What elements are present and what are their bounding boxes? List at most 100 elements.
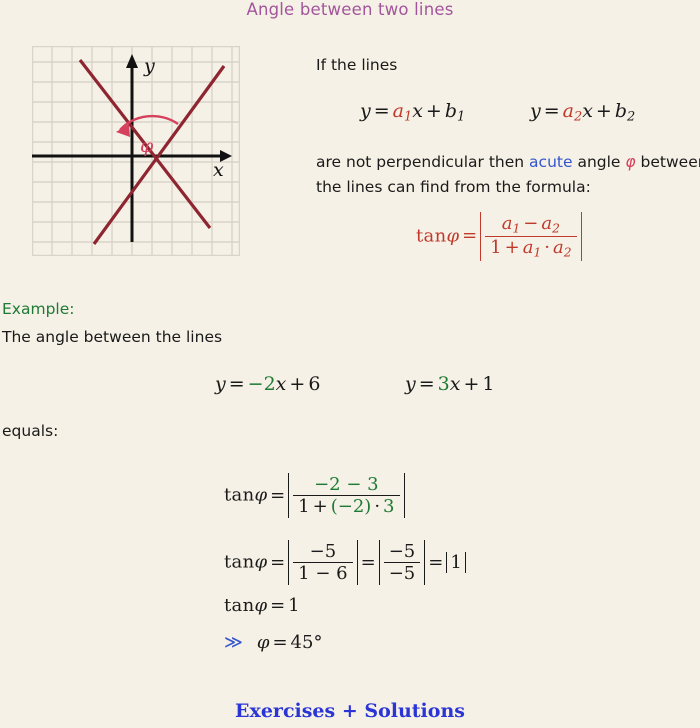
- example-equation-2: y = 3x +1: [405, 373, 494, 395]
- eq1-lhs: y: [360, 100, 371, 122]
- num-a1-sub: 1: [512, 221, 521, 236]
- num-a1: a: [501, 213, 513, 234]
- eq2-equals: =: [543, 100, 560, 122]
- den-a2: a: [552, 236, 564, 258]
- formula-phi: φ: [446, 225, 460, 247]
- intro-lead-text: If the lines: [316, 56, 398, 74]
- equals-label: equals:: [2, 422, 59, 440]
- step1-denominator: 1 + (−2) · 3: [293, 495, 400, 518]
- step2-absolute-value-3: 1: [446, 552, 466, 574]
- step2-frac2-numerator: −5: [388, 541, 416, 562]
- step2-absolute-value-1: −5 1 − 6: [288, 540, 358, 586]
- exeq1-plus: +: [289, 373, 306, 395]
- eq2-constant: b: [614, 100, 628, 122]
- den-a1-sub: 1: [533, 245, 542, 260]
- intro-body-text: are not perpendicular then acute angle φ…: [316, 150, 700, 200]
- eq2-coefficient-subscript: 2: [573, 109, 583, 125]
- step1-absolute-value: −2 − 3 1 + (−2) · 3: [288, 473, 405, 519]
- eq2-constant-subscript: 2: [627, 109, 636, 125]
- eq1-equals: =: [373, 100, 390, 122]
- num-a2: a: [541, 213, 553, 234]
- num-a2-sub: 2: [552, 221, 560, 236]
- general-equation-2: y = a2x + b2: [530, 100, 635, 125]
- den-a2-sub: 2: [563, 245, 572, 260]
- den-plus: +: [504, 236, 520, 258]
- formula-tan: tan: [416, 225, 447, 247]
- y-axis-label: y: [143, 55, 155, 77]
- step2-equals-2: =: [360, 551, 376, 573]
- step2-frac1-denominator: 1 − 6: [293, 562, 353, 584]
- step1-den-a: (−2): [330, 496, 372, 518]
- general-equation-1: y = a1x + b1: [360, 100, 465, 125]
- step3-value: 1: [288, 595, 300, 616]
- step2-equals: =: [270, 551, 286, 573]
- step1-phi: φ: [254, 484, 268, 506]
- body-phi-symbol: φ: [625, 153, 636, 171]
- step4-value: 45°: [290, 632, 323, 653]
- den-a1: a: [522, 236, 534, 258]
- eq2-coefficient: a: [562, 100, 574, 122]
- formula-numerator: a1− a2: [485, 213, 576, 236]
- formula-fraction: a1− a2 1 + a1 · a2: [485, 213, 577, 260]
- step3-phi: φ: [254, 595, 268, 616]
- exeq1-equals: =: [228, 373, 245, 395]
- eq2-plus: +: [595, 100, 612, 122]
- formula-equals: =: [462, 225, 478, 247]
- step3-equals: =: [270, 595, 286, 616]
- solution-step-1: tanφ = −2 − 3 1 + (−2) · 3: [224, 473, 405, 519]
- exeq1-intercept: 6: [308, 373, 321, 395]
- acute-highlight: acute: [529, 153, 573, 171]
- exeq2-equals: =: [418, 373, 435, 395]
- double-chevron-icon: ≫: [224, 632, 243, 653]
- main-tangent-formula: tanφ = a1− a2 1 + a1 · a2: [416, 212, 582, 261]
- step1-numerator: −2 − 3: [314, 474, 379, 495]
- exeq2-lhs: y: [405, 373, 416, 395]
- exeq2-slope: 3: [437, 373, 450, 395]
- step2-fraction-2: −5 −5: [383, 541, 421, 584]
- step1-den-one: 1: [298, 496, 310, 518]
- step2-phi: φ: [254, 551, 268, 573]
- lesson-page: Angle between two lines y x φ If the lin…: [0, 0, 700, 728]
- exeq2-plus: +: [463, 373, 480, 395]
- num-minus: −: [523, 213, 539, 234]
- eq2-variable: x: [582, 100, 593, 122]
- den-dot: ·: [544, 236, 550, 258]
- solution-step-2: tanφ = −5 1 − 6 = −5 −5 = 1: [224, 540, 466, 586]
- step2-result: 1: [450, 552, 462, 574]
- step2-tan: tan: [224, 551, 255, 573]
- step1-den-b: 3: [383, 496, 395, 518]
- eq1-coefficient: a: [392, 100, 404, 122]
- eq1-coefficient-subscript: 1: [403, 109, 413, 125]
- body-text-part-1: are not perpendicular then: [316, 153, 530, 171]
- step1-tan: tan: [224, 484, 255, 506]
- formula-absolute-value: a1− a2 1 + a1 · a2: [480, 212, 582, 261]
- eq1-variable: x: [412, 100, 423, 122]
- solution-step-3: tanφ = 1: [224, 595, 300, 616]
- step4-phi: φ: [256, 632, 270, 653]
- exeq2-variable: x: [449, 373, 461, 395]
- step4-equals: =: [272, 632, 288, 653]
- body-text-part-2: angle: [572, 153, 626, 171]
- angle-phi-label: φ: [140, 135, 154, 157]
- step1-equals: =: [270, 484, 286, 506]
- exeq1-lhs: y: [215, 373, 226, 395]
- x-axis-label: x: [213, 159, 224, 181]
- step2-frac2-denominator: −5: [383, 562, 421, 584]
- page-title: Angle between two lines: [246, 0, 454, 19]
- eq1-constant: b: [444, 100, 458, 122]
- exeq2-intercept: 1: [482, 373, 495, 395]
- exercises-solutions-link[interactable]: Exercises + Solutions: [0, 700, 700, 722]
- example-label: Example:: [2, 300, 75, 318]
- exeq1-slope: −2: [247, 373, 276, 395]
- eq1-constant-subscript: 1: [457, 109, 466, 125]
- step3-tan: tan: [224, 595, 255, 616]
- example-equation-1: y = −2x +6: [215, 373, 320, 395]
- step2-equals-3: =: [428, 551, 444, 573]
- eq2-lhs: y: [530, 100, 541, 122]
- step2-frac1-numerator: −5: [309, 541, 337, 562]
- step1-den-dot: ·: [374, 496, 381, 518]
- solution-step-4: ≫ φ = 45°: [224, 632, 322, 653]
- exeq1-variable: x: [275, 373, 287, 395]
- step1-fraction: −2 − 3 1 + (−2) · 3: [293, 474, 400, 518]
- den-one: 1: [490, 236, 502, 258]
